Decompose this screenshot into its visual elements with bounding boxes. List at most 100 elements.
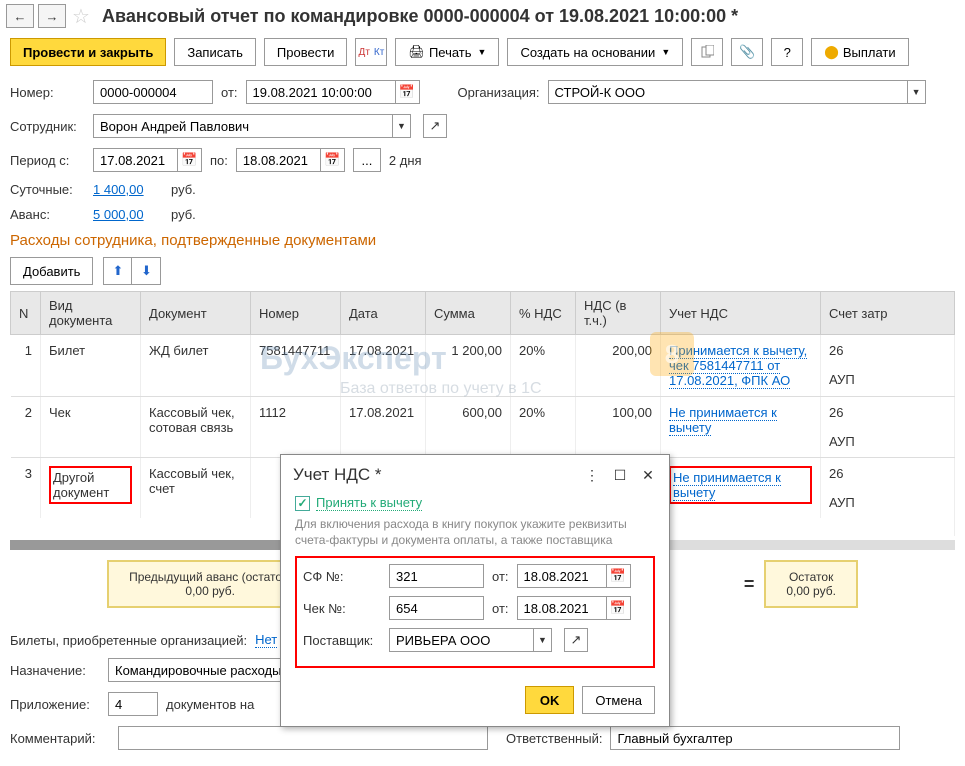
calendar-icon: 📅: [399, 84, 415, 100]
pay-button[interactable]: ⬤ Выплати: [811, 38, 908, 66]
date-input[interactable]: [246, 80, 396, 104]
related-docs-button[interactable]: [691, 38, 723, 66]
post-and-close-button[interactable]: Провести и закрыть: [10, 38, 166, 66]
comment-label: Комментарий:: [10, 731, 110, 746]
favorite-star-icon[interactable]: ☆: [70, 5, 92, 27]
popup-more-button[interactable]: ⋮: [583, 466, 601, 484]
vat-acc-link[interactable]: Принимается к вычету, чек 7581447711 от …: [669, 343, 807, 389]
table-row[interactable]: 1 Билет ЖД билет 7581447711 17.08.2021 1…: [11, 335, 955, 397]
chevron-down-icon: ▼: [478, 47, 487, 57]
perdiem-link[interactable]: 1 400,00: [93, 182, 163, 197]
calendar-icon: 📅: [610, 600, 626, 616]
paperclip-icon: 📎: [739, 44, 755, 60]
col-vat-incl[interactable]: НДС (в т.ч.): [576, 292, 661, 335]
open-icon: ↗: [430, 118, 441, 134]
attachment-button[interactable]: 📎: [731, 38, 763, 66]
number-input[interactable]: [93, 80, 213, 104]
table-row[interactable]: 2 Чек Кассовый чек, сотовая связь 1112 1…: [11, 397, 955, 458]
col-n[interactable]: N: [11, 292, 41, 335]
period-to-input[interactable]: [236, 148, 321, 172]
rub-label: руб.: [171, 182, 196, 197]
col-vat-pct[interactable]: % НДС: [511, 292, 576, 335]
print-button[interactable]: 🖨 Печать ▼: [395, 38, 499, 66]
equals-op: =: [744, 574, 755, 595]
calendar-icon: 📅: [324, 152, 340, 168]
supplier-dropdown-button[interactable]: ▼: [534, 628, 552, 652]
ok-button[interactable]: OK: [525, 686, 575, 714]
from-label: от:: [221, 85, 238, 100]
advance-link[interactable]: 5 000,00: [93, 207, 163, 222]
employee-open-button[interactable]: ↗: [423, 114, 447, 138]
accept-vat-checkbox[interactable]: ✓: [295, 496, 310, 511]
rest-box: Остаток 0,00 руб.: [764, 560, 858, 608]
chk-date-input[interactable]: [517, 596, 607, 620]
vat-popup: Учет НДС * ⋮ ☐ ✕ ✓ Принять к вычету Для …: [280, 454, 670, 727]
chk-label: Чек №:: [303, 601, 381, 616]
write-button[interactable]: Записать: [174, 38, 256, 66]
employee-input[interactable]: [93, 114, 393, 138]
move-down-button[interactable]: ⬇: [132, 258, 160, 284]
highlighted-cell: Другой документ: [49, 466, 132, 504]
tickets-link[interactable]: Нет: [255, 632, 277, 648]
sf-label: СФ №:: [303, 569, 381, 584]
calendar-icon: 📅: [181, 152, 197, 168]
page-title: Авансовый отчет по командировке 0000-000…: [102, 6, 738, 27]
employee-dropdown-button[interactable]: ▼: [393, 114, 411, 138]
org-input[interactable]: [548, 80, 908, 104]
calendar-button[interactable]: 📅: [321, 148, 345, 172]
nav-back-button[interactable]: ←: [6, 4, 34, 28]
dtkt-button[interactable]: ДтКт: [355, 38, 387, 66]
vat-acc-link[interactable]: Не принимается к вычету: [669, 405, 777, 436]
period-select-button[interactable]: ...: [353, 148, 381, 172]
add-row-button[interactable]: Добавить: [10, 257, 93, 285]
col-date[interactable]: Дата: [341, 292, 426, 335]
calendar-button[interactable]: 📅: [396, 80, 420, 104]
sf-number-input[interactable]: [389, 564, 484, 588]
create-based-on-button[interactable]: Создать на основании ▼: [507, 38, 683, 66]
calendar-button[interactable]: 📅: [607, 596, 631, 620]
post-button[interactable]: Провести: [264, 38, 348, 66]
col-sum[interactable]: Сумма: [426, 292, 511, 335]
help-button[interactable]: ?: [771, 38, 803, 66]
cancel-button[interactable]: Отмена: [582, 686, 655, 714]
number-label: Номер:: [10, 85, 85, 100]
attach-label: Приложение:: [10, 697, 100, 712]
calendar-button[interactable]: 📅: [178, 148, 202, 172]
perdiem-label: Суточные:: [10, 182, 85, 197]
comment-input[interactable]: [118, 726, 488, 750]
col-vat-acc[interactable]: Учет НДС: [661, 292, 821, 335]
highlighted-frame: СФ №: от: 📅 Чек №: от: 📅 Поставщик:: [295, 556, 655, 668]
responsible-input[interactable]: [610, 726, 900, 750]
chevron-down-icon: ▼: [661, 47, 670, 57]
rub-label: руб.: [171, 207, 196, 222]
supplier-open-button[interactable]: ↗: [564, 628, 588, 652]
popup-maximize-button[interactable]: ☐: [611, 466, 629, 484]
org-label: Организация:: [458, 85, 540, 100]
sf-date-label: от:: [492, 569, 509, 584]
col-doc-type[interactable]: Вид документа: [41, 292, 141, 335]
sf-date-input[interactable]: [517, 564, 607, 588]
chk-number-input[interactable]: [389, 596, 484, 620]
attach-suffix: документов на: [166, 697, 254, 712]
col-exp-acc[interactable]: Счет затр: [821, 292, 955, 335]
period-from-label: Период с:: [10, 153, 85, 168]
calendar-button[interactable]: 📅: [607, 564, 631, 588]
org-dropdown-button[interactable]: ▼: [908, 80, 926, 104]
printer-icon: 🖨: [408, 44, 425, 60]
attach-count-input[interactable]: [108, 692, 158, 716]
scroll-thumb[interactable]: [10, 540, 290, 550]
col-num[interactable]: Номер: [251, 292, 341, 335]
accept-vat-label[interactable]: Принять к вычету: [316, 495, 422, 511]
supplier-input[interactable]: [389, 628, 534, 652]
popup-title: Учет НДС *: [293, 465, 583, 485]
chk-date-label: от:: [492, 601, 509, 616]
col-doc[interactable]: Документ: [141, 292, 251, 335]
nav-forward-button[interactable]: →: [38, 4, 66, 28]
popup-hint: Для включения расхода в книгу покупок ук…: [295, 517, 655, 548]
period-from-input[interactable]: [93, 148, 178, 172]
popup-close-button[interactable]: ✕: [639, 466, 657, 484]
docs-icon: [700, 45, 714, 59]
vat-acc-link[interactable]: Не принимается к вычету: [673, 470, 781, 501]
move-up-button[interactable]: ⬆: [104, 258, 132, 284]
coin-icon: ⬤: [824, 44, 839, 60]
